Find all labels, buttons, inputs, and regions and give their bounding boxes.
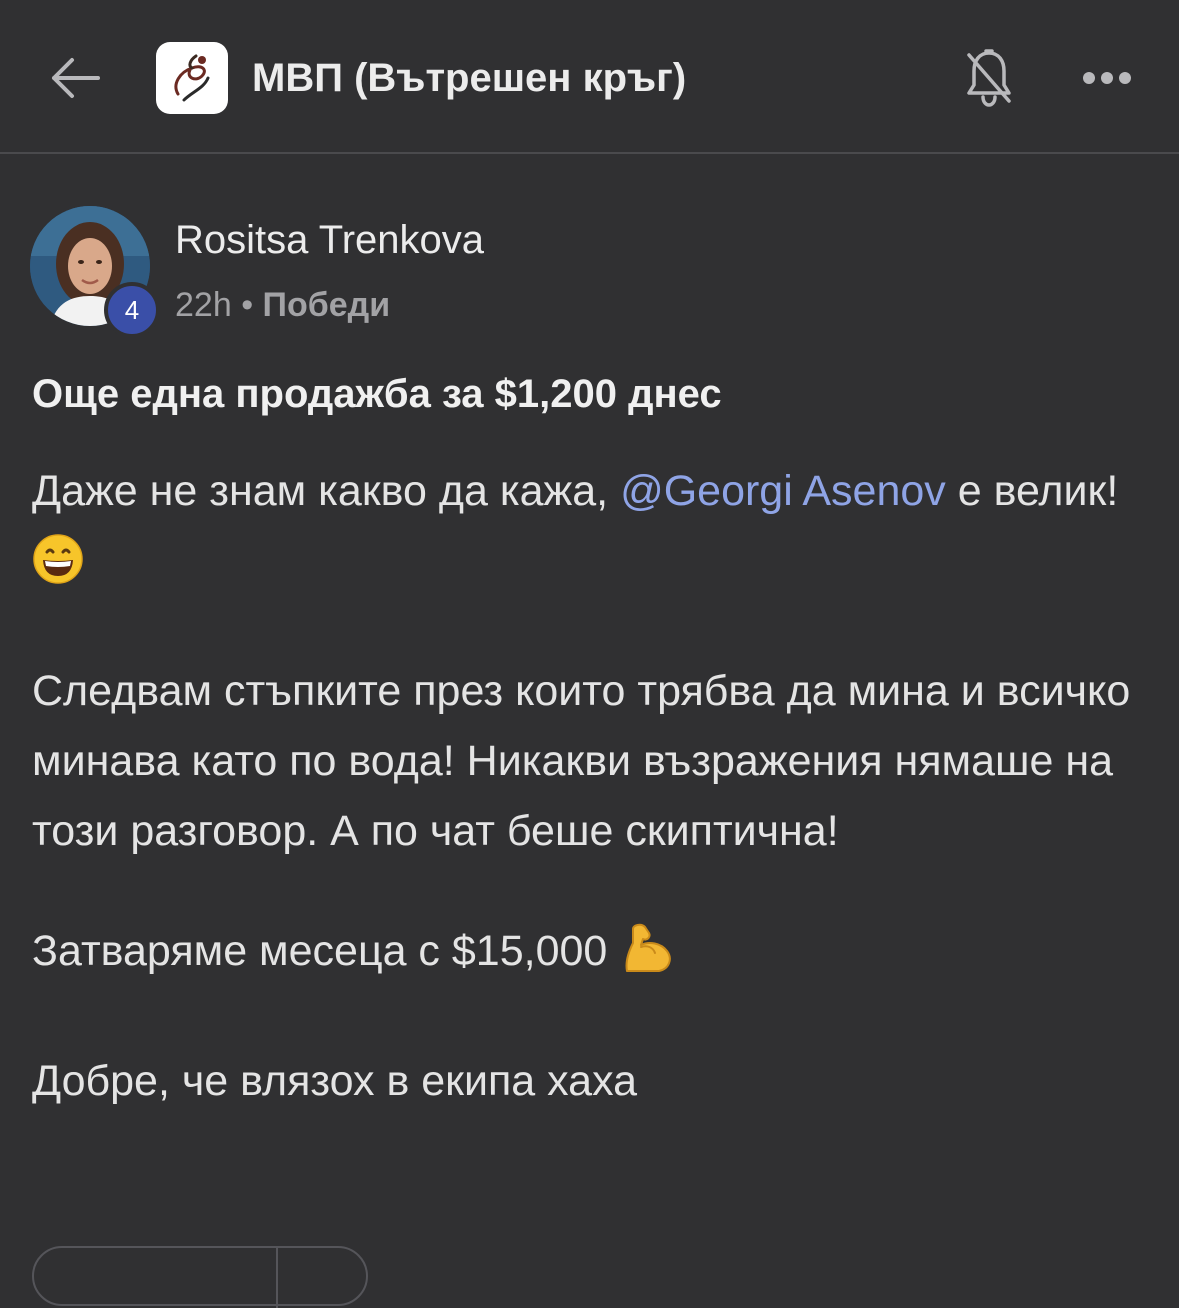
notifications-button[interactable] [956, 42, 1022, 112]
more-horizontal-icon [1083, 72, 1131, 84]
reaction-bar[interactable] [32, 1246, 368, 1308]
logo-icon [174, 54, 210, 102]
back-button[interactable] [40, 46, 108, 110]
paragraph-text: Затваряме месеца с $15,000 [32, 927, 608, 975]
reaction-divider [276, 1248, 278, 1308]
group-logo[interactable] [156, 42, 228, 114]
user-mention-link[interactable]: @Georgi Asenov [620, 467, 946, 515]
meta-separator: • [241, 286, 254, 324]
post-paragraph-4: Добре, че влязох в екипа хаха [32, 1057, 638, 1105]
more-options-button[interactable] [1076, 50, 1138, 106]
flexed-biceps-emoji [619, 921, 675, 996]
paragraph-text: Даже не знам какво да кажа, [32, 467, 621, 515]
post-paragraph-1: Даже не знам какво да кажа, @Georgi Asen… [32, 456, 1147, 606]
post-paragraph-3: Затваряме месеца с $15,000 [32, 916, 1147, 996]
post-body: Даже не знам какво да кажа, @Georgi Asen… [32, 456, 1147, 1166]
author-name[interactable]: Rositsa Trenkova [175, 214, 484, 266]
top-app-bar: МВП (Вътрешен кръг) [0, 0, 1179, 154]
post-category[interactable]: Победи [263, 286, 391, 324]
post-paragraph-2: Следвам стъпките през които трябва да ми… [32, 667, 1131, 855]
group-title[interactable]: МВП (Вътрешен кръг) [252, 50, 686, 106]
post-time: 22h [175, 286, 232, 324]
grinning-face-emoji [32, 533, 84, 606]
level-badge: 4 [104, 282, 160, 338]
post-meta: 22h • Победи [175, 282, 390, 328]
bell-muted-icon [967, 49, 1011, 107]
post-title: Още една продажба за $1,200 днес [32, 372, 722, 416]
paragraph-text: е велик! [945, 467, 1119, 515]
author-avatar-container: 4 [30, 206, 160, 338]
arrow-left-icon [52, 58, 100, 98]
